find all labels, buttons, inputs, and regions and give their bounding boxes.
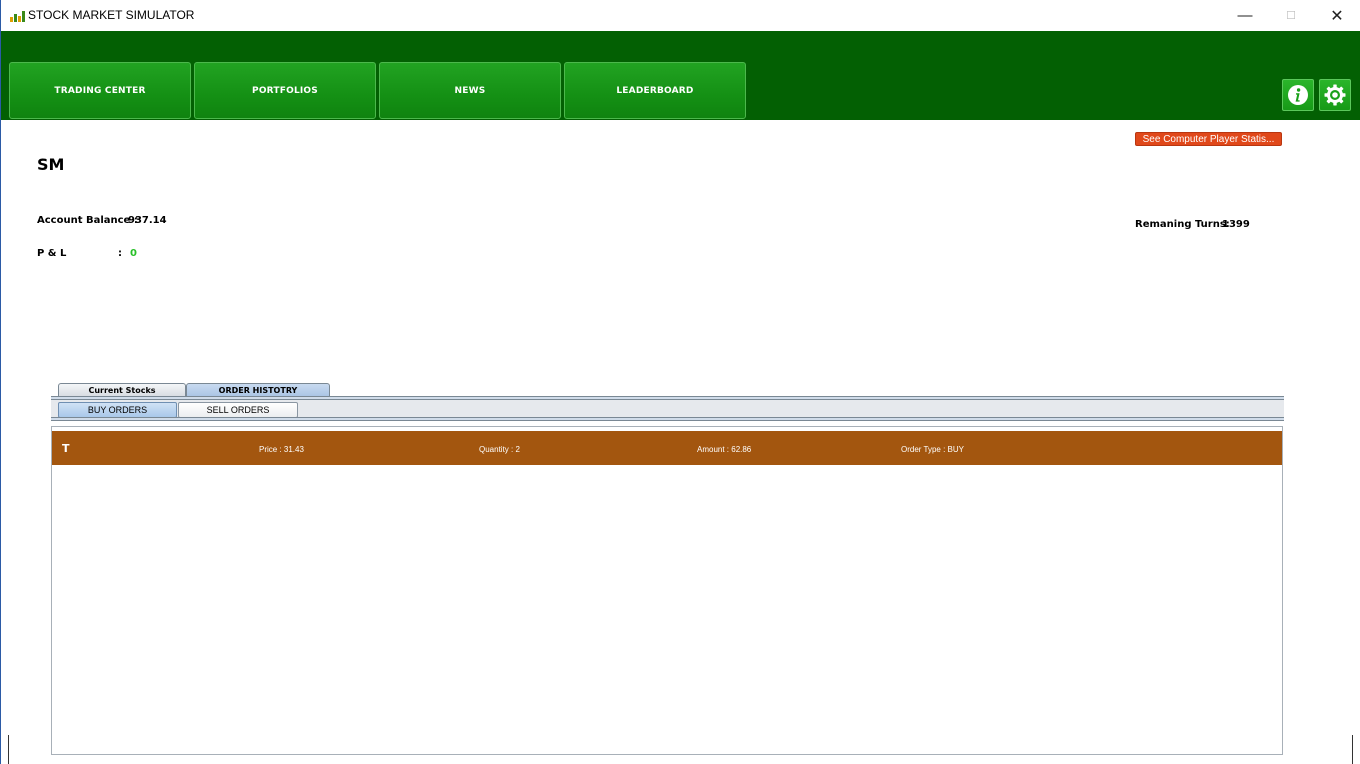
nav-portfolios-button[interactable]: PORTFOLIOS (194, 62, 376, 119)
order-price: Price : 31.43 (259, 445, 304, 454)
pl-colon: : (118, 248, 122, 259)
order-quantity: Quantity : 2 (479, 445, 520, 454)
nav-news-button[interactable]: NEWS (379, 62, 561, 119)
window-edge-left (8, 735, 9, 764)
tab-sell-orders[interactable]: SELL ORDERS (178, 402, 298, 418)
remaining-turns-label: Remaning Turns: (1135, 219, 1230, 230)
minimize-button[interactable]: — (1222, 0, 1268, 31)
app-logo-icon (10, 9, 26, 22)
nav-trading-center-button[interactable]: TRADING CENTER (9, 62, 191, 119)
remaining-turns-value: 1399 (1222, 219, 1250, 230)
tab-buy-orders[interactable]: BUY ORDERS (58, 402, 177, 418)
info-icon (1288, 85, 1308, 105)
window-edge-right (1352, 735, 1353, 764)
order-type: Order Type : BUY (901, 445, 964, 454)
nav-leaderboard-button[interactable]: LEADERBOARD (564, 62, 746, 119)
player-name: SM (37, 155, 65, 174)
gear-icon (1324, 84, 1346, 106)
order-amount: Amount : 62.86 (697, 445, 752, 454)
maximize-button[interactable]: ☐ (1268, 0, 1314, 31)
info-button[interactable] (1282, 79, 1314, 111)
close-button[interactable]: ✕ (1314, 0, 1360, 31)
computer-player-stats-button[interactable]: See Computer Player Statis... (1135, 132, 1282, 146)
settings-button[interactable] (1319, 79, 1351, 111)
pl-label: P & L (37, 248, 67, 259)
account-balance-label: Account Balance : (37, 215, 138, 226)
app-window: STOCK MARKET SIMULATOR — ☐ ✕ TRADING CEN… (0, 0, 1360, 764)
order-row[interactable]: T Price : 31.43 Quantity : 2 Amount : 62… (52, 431, 1282, 465)
order-list: T Price : 31.43 Quantity : 2 Amount : 62… (51, 426, 1283, 755)
subtab-divider (51, 417, 1284, 421)
tab-current-stocks[interactable]: Current Stocks (58, 383, 186, 397)
tab-order-history[interactable]: ORDER HISTOTRY (186, 383, 330, 397)
order-symbol: T (62, 442, 70, 455)
title-bar: STOCK MARKET SIMULATOR — ☐ ✕ (1, 0, 1360, 31)
header-bar: TRADING CENTER PORTFOLIOS NEWS LEADERBOA… (1, 31, 1360, 120)
account-balance-value: 937.14 (128, 215, 167, 226)
pl-value: 0 (130, 248, 137, 259)
window-title: STOCK MARKET SIMULATOR (28, 8, 195, 22)
